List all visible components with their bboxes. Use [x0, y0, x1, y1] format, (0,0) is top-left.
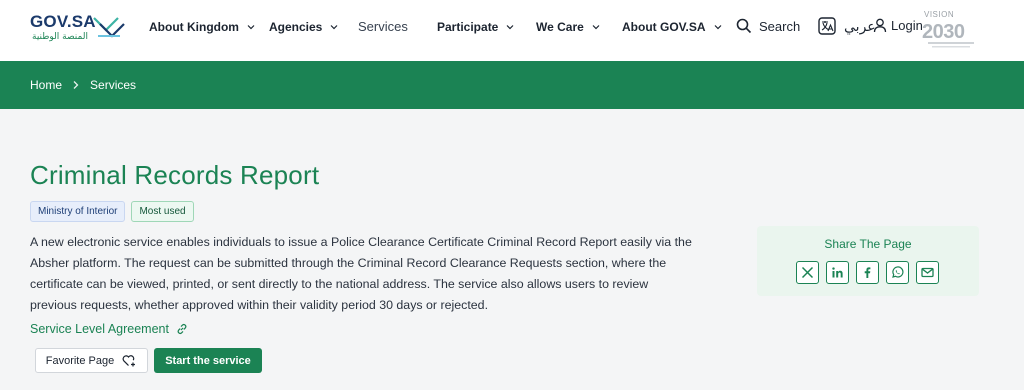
language-toggle[interactable]: عربي [818, 17, 876, 35]
logo-mark-icon [93, 17, 125, 38]
nav-participate[interactable]: Participate [437, 20, 514, 34]
translate-icon [818, 17, 836, 35]
share-panel: Share The Page [757, 226, 979, 296]
nav-label: Participate [437, 20, 499, 34]
most-used-badge: Most used [131, 201, 194, 222]
chevron-down-icon [247, 25, 255, 30]
language-label: عربي [844, 17, 876, 34]
badge-row: Ministry of Interior Most used [30, 201, 194, 222]
share-facebook-button[interactable] [856, 261, 879, 284]
service-level-agreement-link[interactable]: Service Level Agreement [30, 322, 188, 336]
share-title: Share The Page [824, 237, 912, 251]
chevron-down-icon [330, 25, 338, 30]
vision-2030-icon: VISION 2030 [922, 10, 974, 48]
service-description: A new electronic service enables individ… [30, 235, 692, 312]
whatsapp-icon [892, 266, 904, 278]
chevron-down-icon [506, 25, 514, 30]
svg-text:VISION: VISION [924, 10, 954, 19]
nav-label: Services [358, 19, 408, 34]
logo-text: GOV.SA [30, 12, 96, 31]
nav-label: About Kingdom [149, 20, 239, 34]
heart-plus-icon [122, 355, 136, 367]
agency-badge: Ministry of Interior [30, 201, 126, 222]
chevron-down-icon [714, 25, 721, 30]
share-linkedin-button[interactable] [826, 261, 849, 284]
nav-about-gov-sa[interactable]: About GOV.SA [622, 20, 722, 34]
email-icon [921, 267, 934, 278]
chevron-right-icon [73, 81, 79, 89]
share-x-button[interactable] [796, 261, 819, 284]
gov-sa-logo[interactable]: GOV.SA المنصة الوطنية [30, 12, 130, 48]
favorite-label: Favorite Page [45, 354, 115, 367]
search-icon [736, 18, 752, 34]
svg-text:2030: 2030 [922, 21, 965, 43]
linkedin-icon [832, 267, 843, 278]
share-icons [796, 261, 939, 284]
login-label: Login [891, 18, 923, 33]
page-title: Criminal Records Report [30, 160, 320, 190]
x-icon [801, 266, 814, 279]
link-icon [177, 324, 187, 334]
nav-label: About GOV.SA [622, 20, 706, 34]
share-whatsapp-button[interactable] [886, 261, 909, 284]
top-navigation-bar: GOV.SA المنصة الوطنية About Kingdom Agen… [0, 0, 1024, 61]
nav-about-kingdom[interactable]: About Kingdom [149, 20, 255, 34]
search-button[interactable]: Search [736, 18, 800, 34]
user-icon [873, 18, 887, 33]
breadcrumb-current: Services [90, 78, 137, 92]
sla-label: Service Level Agreement [30, 322, 169, 336]
nav-label: Agencies [269, 20, 323, 34]
nav-services[interactable]: Services [358, 19, 408, 34]
breadcrumb: Home Services [30, 78, 136, 92]
nav-we-care[interactable]: We Care [536, 20, 600, 34]
nav-label: We Care [536, 20, 584, 34]
search-label: Search [759, 18, 801, 34]
favorite-page-button[interactable]: Favorite Page [35, 348, 148, 373]
facebook-icon [864, 267, 871, 278]
login-button[interactable]: Login [873, 18, 923, 33]
breadcrumb-band [0, 61, 1024, 109]
share-email-button[interactable] [916, 261, 939, 284]
chevron-down-icon [592, 25, 600, 30]
nav-agencies[interactable]: Agencies [269, 20, 338, 34]
start-service-button[interactable]: Start the service [154, 348, 262, 373]
logo-subtitle: المنصة الوطنية [32, 32, 88, 42]
breadcrumb-home[interactable]: Home [30, 78, 62, 92]
vision-2030-logo: VISION 2030 [922, 8, 980, 52]
